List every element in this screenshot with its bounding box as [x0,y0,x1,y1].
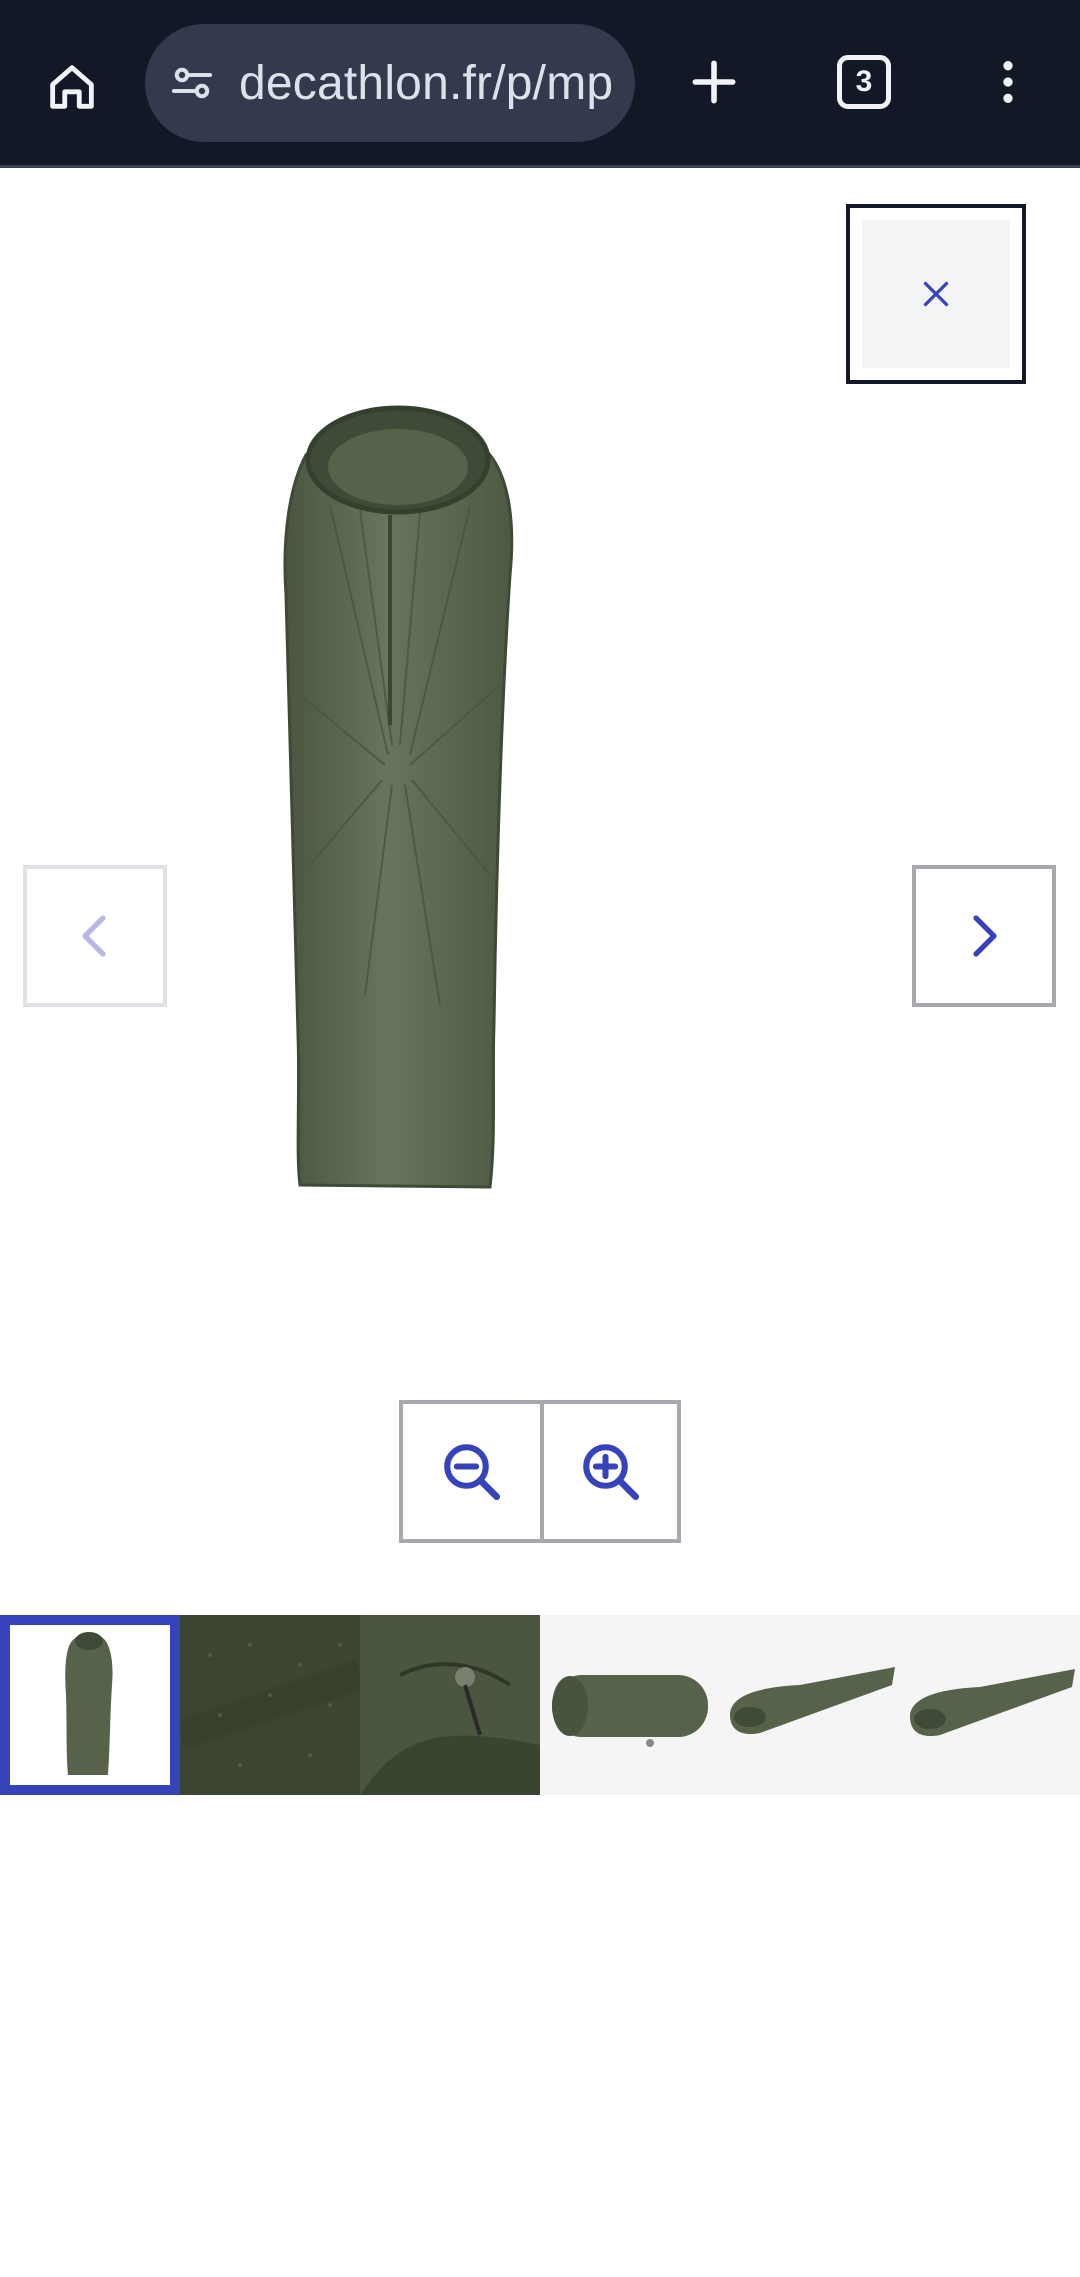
zoom-out-icon [443,1443,500,1500]
thumbnail-5[interactable] [720,1615,900,1795]
address-bar[interactable]: decathlon.fr/p/mp [145,24,635,142]
thumbnail-strip [0,1615,1080,1795]
home-button[interactable] [30,45,114,129]
home-icon [50,65,94,109]
browser-toolbar: decathlon.fr/p/mp 3 [0,0,1080,168]
zoom-out-button[interactable] [403,1404,540,1539]
tune-icon[interactable] [167,58,217,108]
thumbnail-2[interactable] [180,1615,360,1795]
close-icon [923,281,949,307]
thumbnail-4[interactable] [540,1615,720,1795]
browser-menu-button[interactable] [966,40,1050,124]
chevron-right-icon [973,915,997,957]
tab-switcher-button[interactable]: 3 [822,40,906,124]
thumbnail-3[interactable] [360,1615,540,1795]
url-text: decathlon.fr/p/mp [239,56,614,110]
thumbnail-6[interactable] [900,1615,1080,1795]
tab-count: 3 [837,55,891,109]
plus-icon [692,60,736,104]
more-vert-icon [1003,61,1013,103]
zoom-in-button[interactable] [540,1404,677,1539]
zoom-controls [399,1400,681,1543]
zoom-in-icon [582,1443,639,1500]
thumbnail-1[interactable] [0,1615,180,1795]
product-main-image [270,395,530,1195]
previous-image-button[interactable] [23,865,167,1007]
close-viewer-button[interactable] [846,204,1026,384]
new-tab-button[interactable] [672,40,756,124]
chevron-left-icon [82,915,106,957]
next-image-button[interactable] [912,865,1056,1007]
